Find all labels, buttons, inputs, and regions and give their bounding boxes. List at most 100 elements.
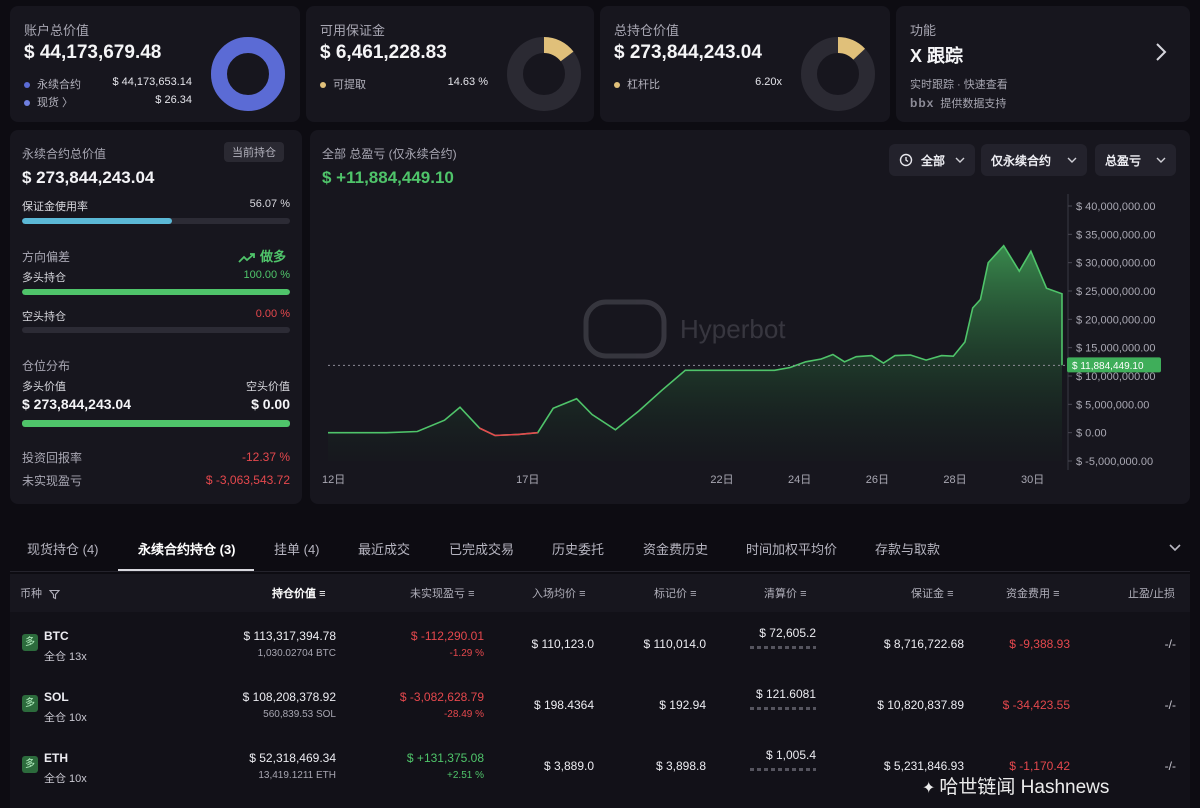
tab-6[interactable]: 资金费历史 <box>643 539 708 558</box>
header-mark-price-label: 标记价 <box>654 588 687 600</box>
tpsl-value[interactable]: -/- <box>1110 759 1176 773</box>
direction-value: 做多 <box>260 249 287 264</box>
tab-1[interactable]: 永续合约持仓 (3) <box>138 539 236 558</box>
unrealized-pnl-label: 未实现盈亏 <box>22 474 83 488</box>
y-tick-label: $ 0.00 <box>1076 428 1107 440</box>
account-donut-chart <box>211 37 285 111</box>
tab-0[interactable]: 现货持仓 (4) <box>27 539 99 558</box>
spot-row-value: $ 26.34 <box>155 94 192 106</box>
long-side-badge: 多 <box>22 756 38 773</box>
margin-mode: 全仓 13x <box>44 651 87 663</box>
header-mark-price[interactable]: 标记价 ≡ <box>654 585 696 601</box>
available-margin-title: 可用保证金 <box>320 23 386 38</box>
header-entry-price-label: 入场均价 <box>532 588 576 600</box>
y-tick-label: $ 20,000,000.00 <box>1076 314 1156 326</box>
perp-row-label: 永续合约 <box>37 79 81 91</box>
y-tick-label: $ 5,000,000.00 <box>1076 399 1149 411</box>
tpsl-value[interactable]: -/- <box>1110 637 1176 651</box>
y-tick-label: $ 10,000,000.00 <box>1076 371 1156 383</box>
distribution-bar <box>22 420 290 427</box>
header-coin-label: 币种 <box>20 588 42 600</box>
funding-fee: $ -34,423.55 <box>1002 698 1070 712</box>
margin-donut-chart <box>507 37 581 111</box>
margin-amount: $ 8,716,722.68 <box>883 637 964 651</box>
feature-card[interactable]: 功能 X 跟踪 实时跟踪 · 快速查看 bbx 提供数据支持 <box>896 6 1190 122</box>
short-value-label: 空头价值 <box>246 381 290 393</box>
chevron-right-icon[interactable] <box>1154 42 1168 62</box>
sort-icon: ≡ <box>690 588 697 600</box>
spot-row-label[interactable]: 现货 〉 <box>37 97 73 109</box>
withdrawable-label: 可提取 <box>333 79 366 91</box>
current-position-badge[interactable]: 当前持仓 <box>224 142 284 162</box>
leverage-dot <box>614 82 620 89</box>
spot-row[interactable]: 现货 〉 <box>24 94 73 110</box>
header-entry-price[interactable]: 入场均价 ≡ <box>532 585 585 601</box>
unrealized-pnl-pct: -28.49 % <box>443 709 484 720</box>
x-tick-label: 22日 <box>710 474 733 486</box>
header-coin[interactable]: 币种 <box>20 585 61 601</box>
feature-title: 功能 <box>910 23 937 38</box>
x-tick-label: 26日 <box>866 474 889 486</box>
position-size: 13,419.1211 ETH <box>258 770 336 781</box>
margin-usage-value: 56.07 % <box>249 198 290 210</box>
y-tick-label: $ 30,000,000.00 <box>1076 258 1156 270</box>
collapse-chevron-icon[interactable] <box>1168 543 1182 553</box>
tab-3[interactable]: 最近成交 <box>358 539 410 558</box>
perp-dot <box>24 82 30 89</box>
perp-row-value: $ 44,173,653.14 <box>112 76 192 88</box>
account-total-value: $ 44,173,679.48 <box>24 42 162 63</box>
current-value-label: $ 11,884,449.10 <box>1072 361 1144 372</box>
leverage-label: 杠杆比 <box>627 79 660 91</box>
active-tab-underline <box>118 569 254 571</box>
coin-symbol[interactable]: BTC <box>44 629 69 643</box>
watermark-text: Hyperbot <box>680 314 786 344</box>
long-side-badge: 多 <box>22 634 38 651</box>
unrealized-pnl-pct: -1.29 % <box>449 648 484 659</box>
filter-icon[interactable] <box>48 589 61 600</box>
mark-price: $ 110,014.0 <box>643 637 706 651</box>
pnl-area-chart[interactable]: Hyperbot $ 40,000,000.00 $ 35,000,000.00 $… <box>310 130 1190 504</box>
header-liq-price-label: 清算价 <box>764 588 797 600</box>
position-size: 1,030.02704 BTC <box>257 648 336 659</box>
leverage-row: 杠杆比 <box>614 76 660 92</box>
total-position-title: 总持仓价值 <box>614 23 680 38</box>
header-unrealized-pnl[interactable]: 未实现盈亏 ≡ <box>410 585 474 601</box>
available-margin-value: $ 6,461,228.83 <box>320 42 447 63</box>
perp-total-value: $ 273,844,243.04 <box>22 168 155 187</box>
account-total-title: 账户总价值 <box>24 23 90 38</box>
header-position-value[interactable]: 持仓价值 ≡ <box>272 585 325 601</box>
powered-by-row: bbx 提供数据支持 <box>910 95 1006 111</box>
header-liq-price[interactable]: 清算价 ≡ <box>764 585 806 601</box>
roi-label: 投资回报率 <box>22 451 83 465</box>
feature-desc: 实时跟踪 · 快速查看 <box>910 79 1008 91</box>
long-position-bar <box>22 289 290 295</box>
unrealized-pnl: $ -3,082,628.79 <box>399 690 484 704</box>
coin-symbol[interactable]: ETH <box>44 751 68 765</box>
y-tick-label: $ 25,000,000.00 <box>1076 286 1156 298</box>
current-value-tag: $ 11,884,449.10 <box>1067 357 1161 373</box>
tab-7[interactable]: 时间加权平均价 <box>746 539 837 558</box>
liquidation-price: $ 72,605.2 <box>759 626 816 640</box>
tpsl-value[interactable]: -/- <box>1110 698 1176 712</box>
header-margin[interactable]: 保证金 ≡ <box>911 585 953 601</box>
distribution-label: 仓位分布 <box>22 359 71 373</box>
header-funding[interactable]: 资金费用 ≡ <box>1006 585 1059 601</box>
long-position-value: 100.00 % <box>243 269 290 281</box>
tab-8[interactable]: 存款与取款 <box>875 539 940 558</box>
funding-fee: $ -9,388.93 <box>1009 637 1070 651</box>
tab-2[interactable]: 挂单 (4) <box>274 539 320 558</box>
mark-price: $ 192.94 <box>659 698 706 712</box>
leverage-value: 6.20x <box>755 76 782 88</box>
tab-5[interactable]: 历史委托 <box>552 539 604 558</box>
liquidation-price: $ 121.6081 <box>755 687 816 701</box>
short-position-value: 0.00 % <box>255 308 290 320</box>
unrealized-pnl-pct: +2.51 % <box>447 770 484 781</box>
sort-icon: ≡ <box>468 588 475 600</box>
short-position-bar <box>22 327 290 333</box>
withdrawable-row: 可提取 <box>320 76 366 92</box>
entry-price: $ 3,889.0 <box>543 759 594 773</box>
sort-icon: ≡ <box>1053 588 1060 600</box>
tab-4[interactable]: 已完成交易 <box>449 539 514 558</box>
footer-watermark-text: 哈世链闻 Hashnews <box>939 777 1110 798</box>
coin-symbol[interactable]: SOL <box>44 690 69 704</box>
